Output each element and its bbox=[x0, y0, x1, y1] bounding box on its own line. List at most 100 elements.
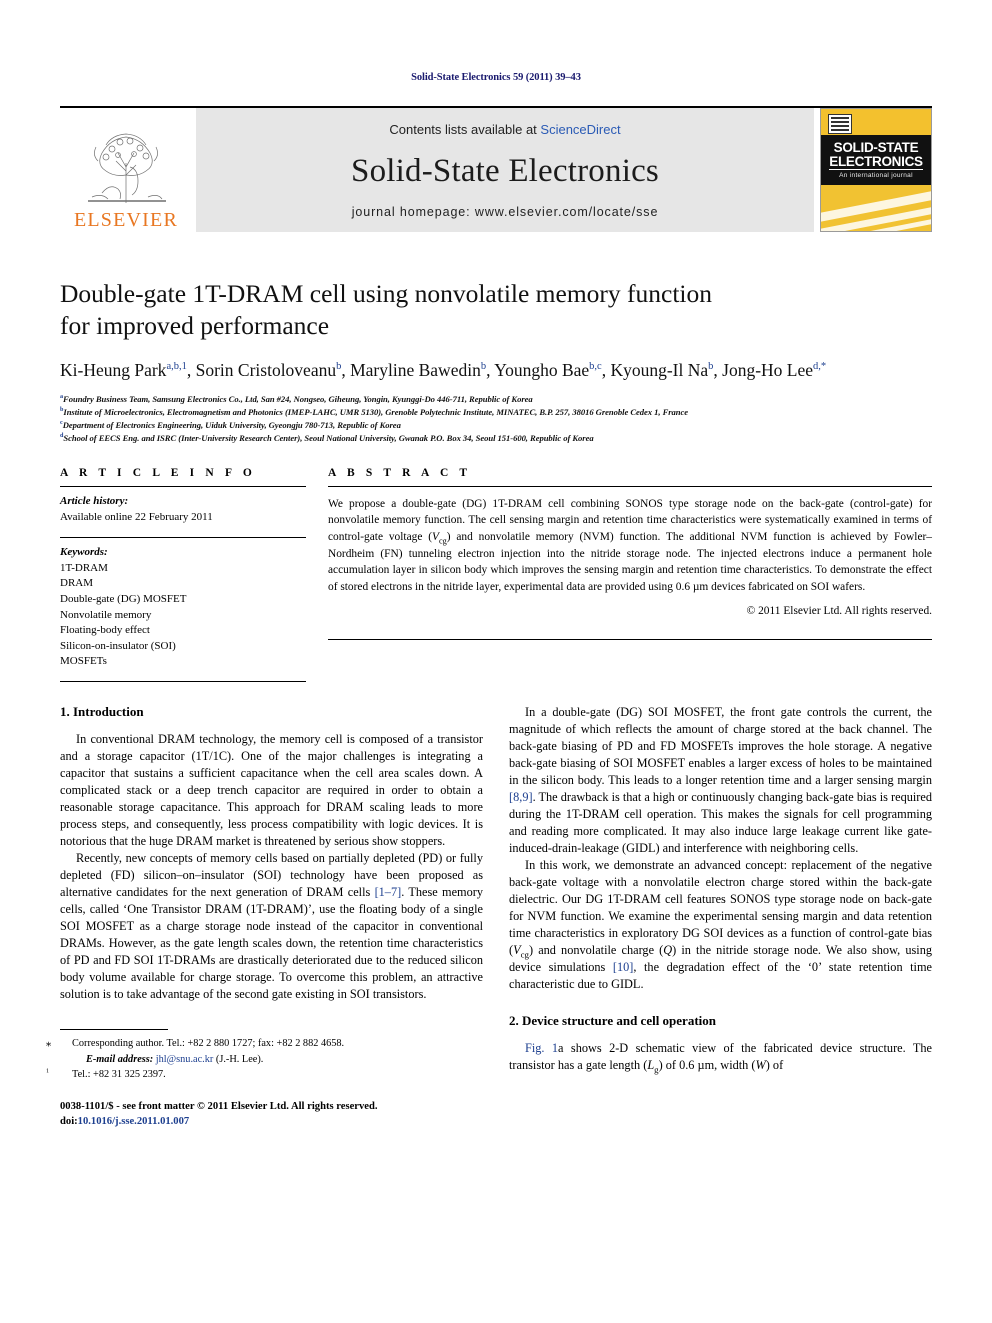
abstract-rule-bottom bbox=[328, 639, 932, 641]
right-p2-b: ) and nonvolatile charge ( bbox=[528, 943, 664, 958]
masthead-center: Contents lists available at ScienceDirec… bbox=[196, 108, 814, 232]
citation-1-7[interactable]: [1–7] bbox=[375, 885, 402, 899]
affiliation-text: Department of Electronics Engineering, U… bbox=[62, 419, 401, 430]
article-history-label: Article history: bbox=[60, 494, 129, 507]
cover-title-line1: SOLID-STATE bbox=[833, 139, 919, 155]
contents-available-line: Contents lists available at ScienceDirec… bbox=[389, 122, 620, 137]
doi-label: doi: bbox=[60, 1115, 78, 1127]
email-address-link[interactable]: jhl@snu.ac.kr bbox=[156, 1054, 214, 1065]
right-p2-vcg-subscript: cg bbox=[520, 949, 529, 960]
footnote-email-line: E-mail address: jhl@snu.ac.kr (J.-H. Lee… bbox=[60, 1052, 483, 1067]
device-w-symbol: W bbox=[755, 1058, 766, 1073]
cover-title-line2: ELECTRONICS bbox=[829, 153, 923, 171]
abstract-heading: A B S T R A C T bbox=[328, 466, 472, 479]
affiliation-text: Foundry Business Team, Samsung Electroni… bbox=[63, 393, 533, 404]
cover-subtitle: An international journal bbox=[839, 172, 913, 180]
info-abstract-band: A R T I C L E I N F O Article history: A… bbox=[60, 466, 932, 683]
affiliation-line: cDepartment of Electronics Engineering, … bbox=[60, 419, 932, 432]
footnote-area: ⁎ Corresponding author. Tel.: +82 2 880 1… bbox=[46, 1029, 483, 1130]
contents-prefix: Contents lists available at bbox=[389, 122, 541, 137]
footnote-asterisk-mark: ⁎ bbox=[46, 1038, 52, 1050]
footnote-corresponding-author: ⁎ Corresponding author. Tel.: +82 2 880 1… bbox=[46, 1036, 483, 1051]
article-info-rule-bottom bbox=[60, 681, 306, 683]
intro-paragraph-2: Recently, new concepts of memory cells b… bbox=[60, 850, 483, 1003]
issn-front-matter-line: 0038-1101/$ - see front matter © 2011 El… bbox=[60, 1100, 378, 1112]
footnote-corresponding-text: Corresponding author. Tel.: +82 2 880 17… bbox=[72, 1038, 345, 1050]
elsevier-wordmark: ELSEVIER bbox=[73, 209, 179, 231]
author-affiliation-marks: b bbox=[480, 361, 487, 373]
right-paragraph-1: In a double-gate (DG) SOI MOSFET, the fr… bbox=[509, 704, 932, 857]
author-affiliation-marks: b,c bbox=[589, 361, 602, 373]
running-head: Solid-State Electronics 59 (2011) 39–43 bbox=[411, 72, 581, 83]
article-info-column: A R T I C L E I N F O Article history: A… bbox=[60, 466, 306, 683]
article-info-heading: A R T I C L E I N F O bbox=[60, 466, 256, 479]
author-name: Ki-Heung Park bbox=[60, 360, 167, 381]
journal-masthead: ELSEVIER Contents lists available at Sci… bbox=[60, 106, 932, 232]
footnote-1: 1 Tel.: +82 31 325 2397. bbox=[46, 1067, 483, 1082]
section-heading-device-structure: 2. Device structure and cell operation bbox=[509, 1013, 716, 1029]
keyword-item: Floating-body effect bbox=[60, 624, 150, 637]
title-line-2: for improved performance bbox=[60, 311, 330, 341]
cover-title-block: SOLID-STATE ELECTRONICS An international… bbox=[821, 135, 931, 185]
journal-homepage-line[interactable]: journal homepage: www.elsevier.com/locat… bbox=[352, 205, 659, 219]
affiliation-list: aFoundry Business Team, Samsung Electron… bbox=[60, 393, 932, 445]
right-p2-q-symbol: Q bbox=[663, 943, 673, 958]
abstract-body: We propose a double-gate (DG) 1T-DRAM ce… bbox=[328, 487, 932, 595]
elsevier-logo: ELSEVIER bbox=[60, 108, 192, 232]
body-column-left: 1. Introduction In conventional DRAM tec… bbox=[46, 704, 483, 1130]
keywords-label: Keywords: bbox=[60, 546, 108, 559]
author-name: Maryline Bawedin bbox=[350, 360, 481, 381]
keyword-item: Nonvolatile memory bbox=[60, 608, 152, 621]
figure-1-reference[interactable]: Fig. 1 bbox=[525, 1041, 558, 1055]
keyword-item: Silicon-on-insulator (SOI) bbox=[60, 639, 176, 652]
author-name: Kyoung-Il Na bbox=[610, 360, 709, 381]
author-name: Sorin Cristoloveanu bbox=[195, 360, 337, 381]
device-paragraph-1: Fig. 1a shows 2-D schematic view of the … bbox=[509, 1040, 932, 1074]
article-history-block: Article history: Available online 22 Feb… bbox=[60, 487, 306, 525]
intro-paragraph-1: In conventional DRAM technology, the mem… bbox=[60, 732, 483, 849]
keyword-item: MOSFETs bbox=[60, 655, 107, 668]
footnote-1-text: Tel.: +82 31 325 2397. bbox=[72, 1069, 166, 1081]
keywords-block: Keywords: 1T-DRAM DRAM Double-gate (DG) MO… bbox=[60, 538, 306, 670]
abstract-copyright: © 2011 Elsevier Ltd. All rights reserved… bbox=[746, 605, 932, 618]
page-title: Double-gate 1T-DRAM cell using nonvolati… bbox=[60, 278, 932, 342]
journal-cover-thumbnail: SOLID-STATE ELECTRONICS An international… bbox=[820, 108, 932, 232]
author-name: Jong-Ho Lee bbox=[722, 360, 814, 381]
abstract-vcg-symbol: V bbox=[432, 531, 439, 543]
email-address-label: E-mail address: bbox=[86, 1053, 154, 1065]
right-p2-vcg-symbol: V bbox=[513, 943, 521, 958]
elsevier-tree-icon bbox=[88, 133, 166, 203]
author-list: Ki-Heung Parka,b,1, Sorin Cristoloveanub… bbox=[60, 360, 827, 381]
keyword-item: Double-gate (DG) MOSFET bbox=[60, 592, 187, 605]
body-column-right: In a double-gate (DG) SOI MOSFET, the fr… bbox=[509, 704, 932, 1129]
footnote-rule bbox=[60, 1029, 168, 1031]
article-history-value: Available online 22 February 2011 bbox=[60, 510, 213, 523]
right-p1-a: In a double-gate (DG) SOI MOSFET, the fr… bbox=[509, 705, 932, 788]
cover-publisher-mark-icon bbox=[828, 114, 852, 134]
affiliation-line: aFoundry Business Team, Samsung Electron… bbox=[60, 393, 932, 406]
right-p1-b: . The drawback is that a high or continu… bbox=[509, 790, 932, 856]
citation-8-9[interactable]: [8,9] bbox=[509, 790, 533, 804]
device-p1-c: ) of 0.6 µm, width ( bbox=[658, 1058, 756, 1073]
journal-title: Solid-State Electronics bbox=[351, 152, 659, 189]
author-affiliation-marks: d,* bbox=[813, 361, 827, 373]
affiliation-text: School of EECS Eng. and ISRC (Inter-Univ… bbox=[63, 432, 594, 443]
sciencedirect-link[interactable]: ScienceDirect bbox=[540, 122, 620, 137]
abstract-vcg-subscript: cg bbox=[438, 536, 447, 546]
footnote-1-mark: 1 bbox=[46, 1067, 50, 1075]
author-affiliation-marks: a,b,1 bbox=[166, 361, 187, 373]
doi-line: doi:10.1016/j.sse.2011.01.007 bbox=[60, 1114, 483, 1129]
body-columns: 1. Introduction In conventional DRAM tec… bbox=[46, 704, 932, 1130]
intro-p2-b: . These memory cells, called ‘One Transi… bbox=[60, 885, 483, 1002]
author-name: Youngho Bae bbox=[494, 360, 590, 381]
doi-link[interactable]: 10.1016/j.sse.2011.01.007 bbox=[78, 1116, 190, 1127]
keyword-item: DRAM bbox=[60, 577, 94, 590]
abstract-column: A B S T R A C T We propose a double-gate… bbox=[328, 467, 932, 682]
affiliation-line: dSchool of EECS Eng. and ISRC (Inter-Uni… bbox=[60, 432, 932, 445]
footer-copyright-block: 0038-1101/$ - see front matter © 2011 El… bbox=[60, 1099, 483, 1130]
keyword-item: 1T-DRAM bbox=[60, 561, 108, 574]
paper-page: Solid-State Electronics 59 (2011) 39–43 bbox=[0, 0, 992, 1323]
title-line-1: Double-gate 1T-DRAM cell using nonvolati… bbox=[60, 279, 713, 308]
email-owner: (J.-H. Lee). bbox=[215, 1053, 264, 1065]
citation-10[interactable]: [10] bbox=[613, 960, 634, 974]
